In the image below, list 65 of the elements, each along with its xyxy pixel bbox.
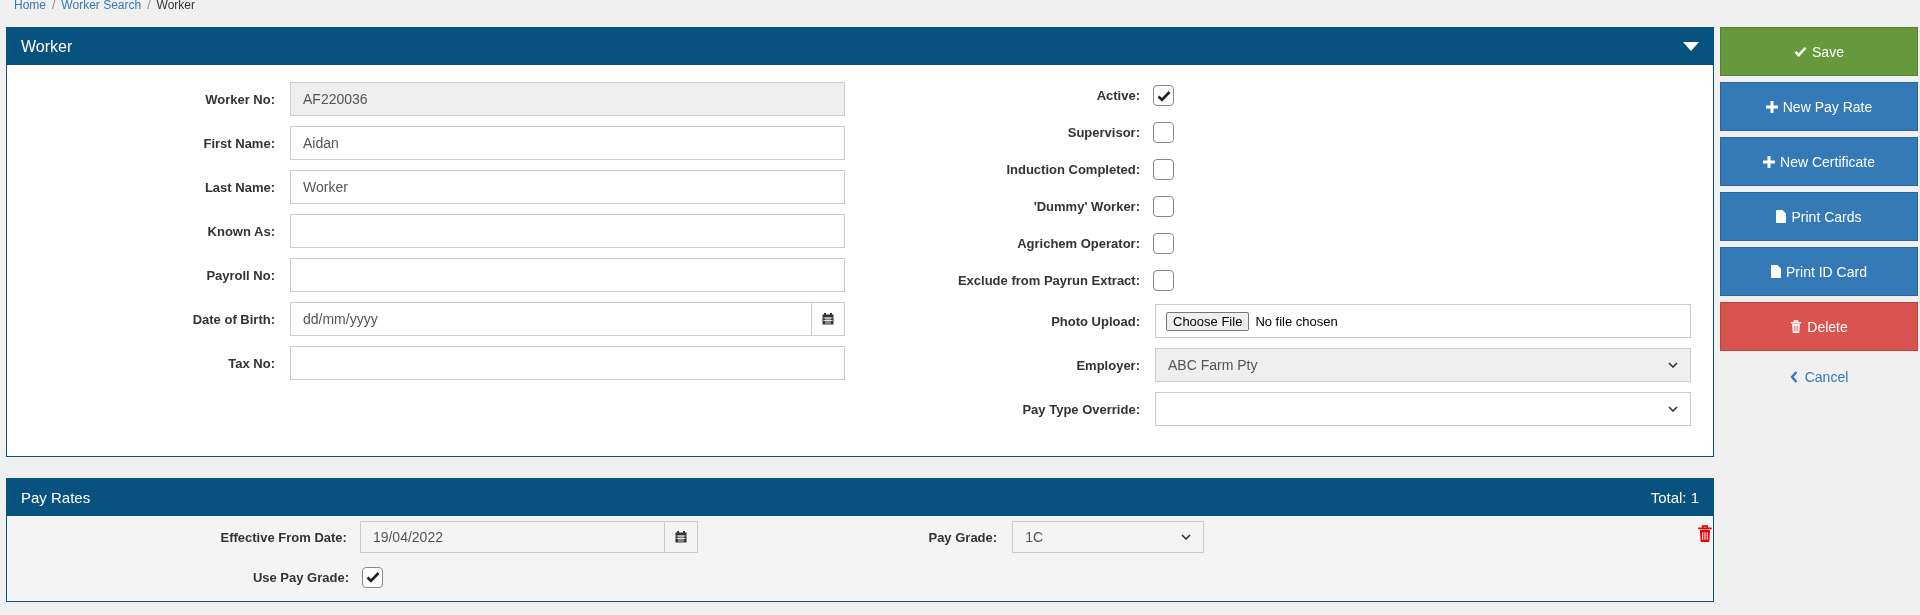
breadcrumb-link[interactable]: Worker Search: [61, 0, 142, 12]
field-label: Employer:: [1075, 357, 1140, 373]
panel-title: Pay Rates: [21, 489, 91, 506]
cancel-link[interactable]: Cancel: [1720, 357, 1918, 397]
chevron-left-icon: [1789, 371, 1798, 383]
breadcrumb-link[interactable]: Home: [14, 0, 46, 12]
plus-icon: [1763, 155, 1776, 168]
document-icon: [1776, 210, 1787, 223]
text-field[interactable]: Aidan: [290, 126, 845, 160]
text-field[interactable]: [290, 258, 845, 292]
field-label: Worker No:: [204, 91, 275, 107]
field-label: Pay Grade:: [927, 529, 998, 545]
field-label: Payroll No:: [205, 267, 275, 283]
check-icon: [365, 571, 380, 583]
field-label: Pay Type Override:: [1021, 401, 1140, 417]
text-field[interactable]: Worker: [290, 170, 845, 204]
check-icon: [1794, 46, 1808, 57]
file-field[interactable]: Choose File No file chosen: [1155, 304, 1691, 338]
action-button[interactable]: Print Cards: [1720, 192, 1918, 241]
trash-icon[interactable]: [1697, 525, 1713, 543]
field-label: Known As:: [206, 223, 275, 239]
check-icon: [1156, 89, 1171, 102]
field-label: Induction Completed:: [1005, 162, 1140, 177]
select-field[interactable]: [1155, 392, 1691, 426]
breadcrumb-current: Worker: [156, 0, 195, 12]
chevron-down-icon: [1668, 362, 1678, 368]
checkbox[interactable]: [1153, 122, 1174, 143]
field-label: Effective From Date:: [219, 529, 347, 545]
save-button[interactable]: Save: [1720, 27, 1918, 76]
field-label: Photo Upload:: [1050, 313, 1140, 329]
field-label: First Name:: [202, 135, 275, 151]
breadcrumb-separator: /: [52, 0, 56, 12]
checkbox[interactable]: [1153, 196, 1174, 217]
field-label: Last Name:: [203, 179, 275, 195]
checkbox[interactable]: [1153, 85, 1174, 106]
checkbox[interactable]: [1153, 233, 1174, 254]
action-button[interactable]: New Certificate: [1720, 137, 1918, 186]
plus-icon: [1765, 100, 1778, 113]
checkbox[interactable]: [1153, 159, 1174, 180]
document-icon: [1771, 265, 1782, 278]
collapse-icon[interactable]: [1683, 42, 1699, 51]
field-label: Exclude from Payrun Extract:: [956, 273, 1140, 288]
field-label: Active:: [1095, 88, 1140, 103]
delete-button[interactable]: Delete: [1720, 302, 1918, 351]
field-label: Use Pay Grade:: [251, 569, 349, 585]
chevron-down-icon: [1181, 534, 1192, 540]
field-label: Agrichem Operator:: [1016, 236, 1140, 251]
action-button[interactable]: Print ID Card: [1720, 247, 1918, 296]
field-label: Date of Birth:: [191, 311, 275, 327]
text-field[interactable]: [290, 214, 845, 248]
checkbox[interactable]: [1153, 270, 1174, 291]
total-count: Total: 1: [1650, 489, 1699, 506]
date-field[interactable]: dd/mm/yyyy: [290, 302, 845, 336]
text-field[interactable]: [290, 346, 845, 380]
chevron-down-icon: [1668, 406, 1678, 412]
breadcrumb-separator: /: [147, 0, 151, 12]
trash-icon: [1790, 319, 1803, 334]
field-label: Supervisor:: [1066, 125, 1140, 140]
panel-title: Worker: [21, 37, 73, 56]
date-field[interactable]: 19/04/2022: [359, 521, 698, 553]
select-field[interactable]: 1C: [1012, 521, 1205, 553]
field-label: Tax No:: [227, 355, 275, 371]
field-label: 'Dummy' Worker:: [1032, 199, 1140, 214]
action-button[interactable]: New Pay Rate: [1720, 82, 1918, 131]
checkbox[interactable]: [362, 566, 383, 588]
